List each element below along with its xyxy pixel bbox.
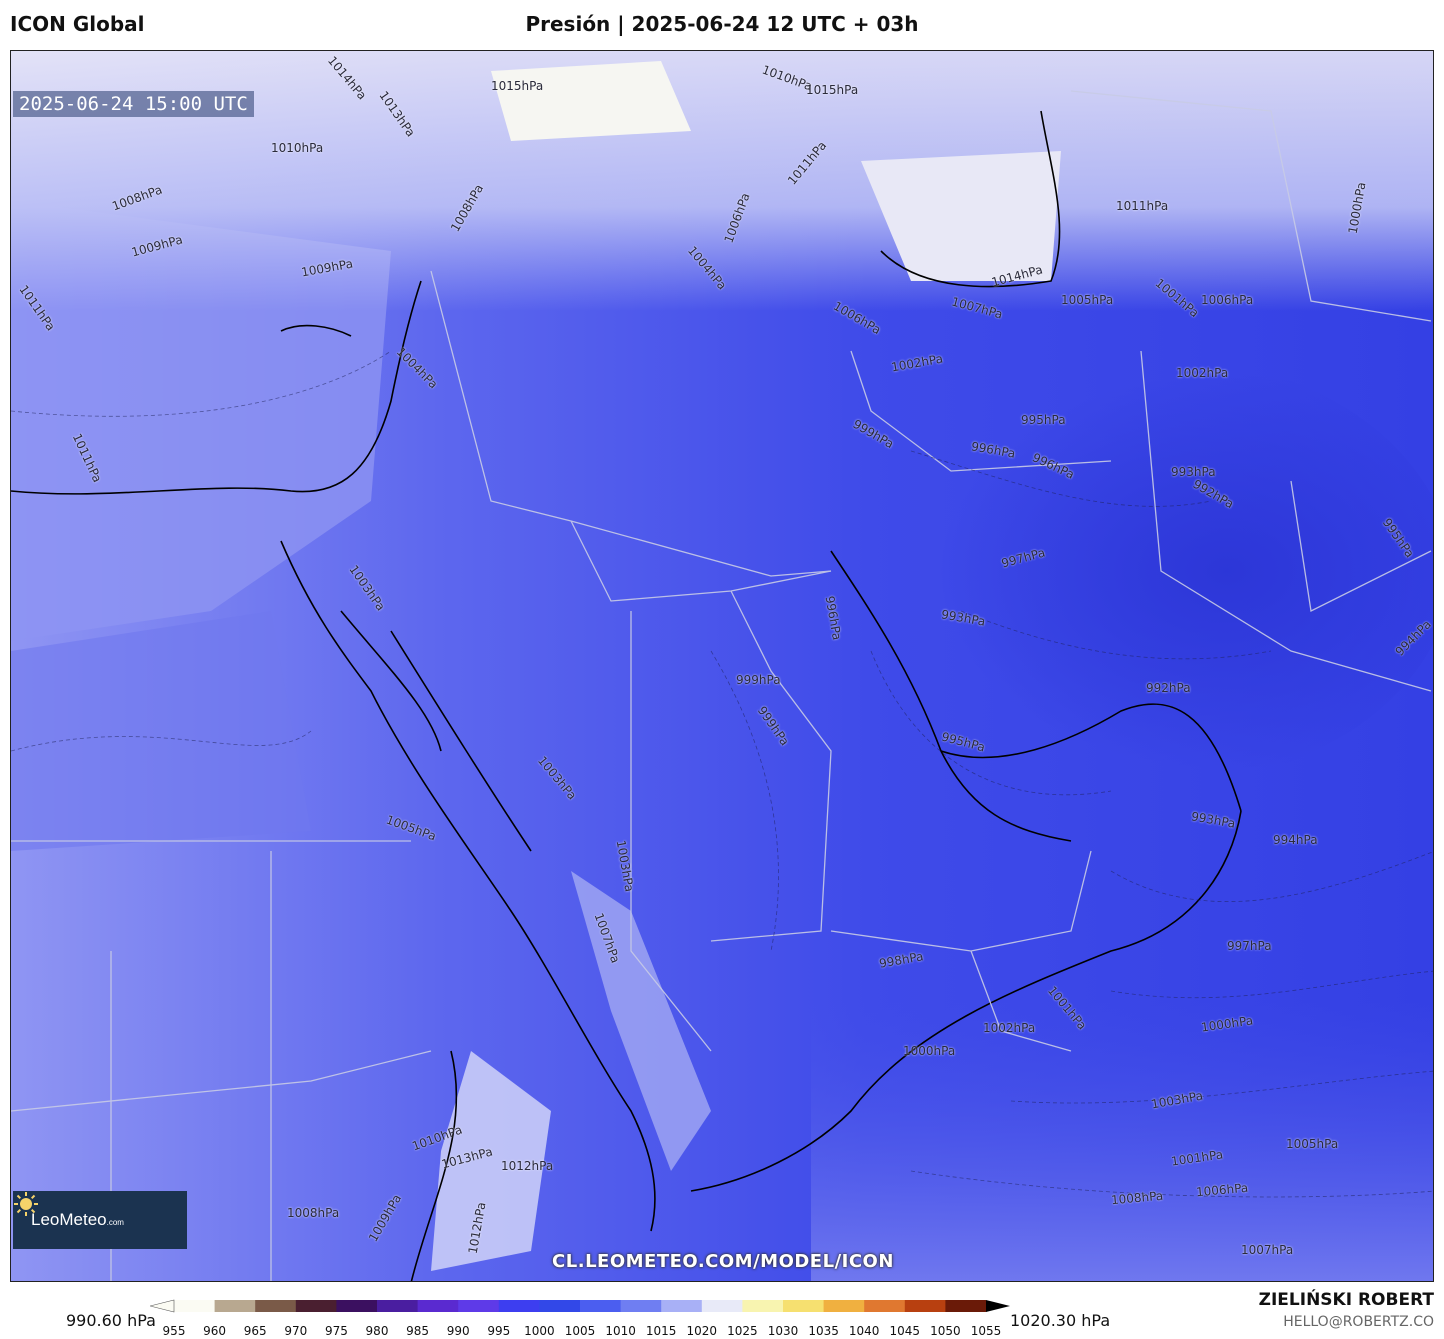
isobar-label: 1006hPa	[1201, 293, 1254, 307]
colorbar-tick-label: 985	[406, 1324, 430, 1338]
colorbar-segment	[498, 1300, 540, 1312]
colorbar-segment	[783, 1300, 825, 1312]
colorbar-segment	[295, 1300, 337, 1312]
colorbar-segment	[864, 1300, 906, 1312]
isobar-label: 1000hPa	[903, 1044, 956, 1058]
logo-text: LeoMeteo.com	[31, 1210, 124, 1230]
colorbar-segment	[255, 1300, 297, 1312]
colorbar-segment	[458, 1300, 500, 1312]
colorbar-low-arrow	[150, 1299, 175, 1313]
colorbar-segment	[539, 1300, 581, 1312]
pressure-map[interactable]: 2025-06-24 15:00 UTC 1015hPa 1014hPa 101…	[10, 50, 1434, 1282]
isobar-label: 992hPa	[1146, 681, 1191, 695]
isobar-label: 1015hPa	[806, 83, 859, 97]
colorbar-tick-label: 1050	[930, 1324, 961, 1338]
colorbar-segment	[214, 1300, 256, 1312]
colorbar-tick-label: 1040	[848, 1324, 880, 1338]
colorbar-segment	[945, 1300, 987, 1312]
source-url[interactable]: CL.LEOMETEO.COM/MODEL/ICON	[11, 1251, 1433, 1272]
colorbar-tick-label: 995	[487, 1324, 511, 1338]
colorbar-tick-label: 1055	[970, 1324, 1002, 1338]
colorbar-tick-label: 1045	[889, 1324, 921, 1338]
isobar-label: 1005hPa	[1286, 1137, 1339, 1151]
pressure-colorbar	[150, 1299, 1010, 1313]
leometeo-logo[interactable]: LeoMeteo.com	[13, 1191, 187, 1249]
colorbar-tick-label: 1005	[564, 1324, 596, 1338]
isobar-label: 1002hPa	[983, 1021, 1036, 1035]
colorbar-tick-label: 990	[446, 1324, 470, 1338]
colorbar-tick-label: 1025	[727, 1324, 758, 1338]
map-title: Presión | 2025-06-24 12 UTC + 03h	[525, 12, 919, 36]
colorbar-segment	[661, 1300, 703, 1312]
colorbar-segment	[823, 1300, 865, 1312]
isobar-label: 997hPa	[1227, 939, 1272, 953]
legend-max-value: 1020.30 hPa	[1010, 1311, 1111, 1330]
colorbar-tick-label: 1015	[645, 1324, 677, 1338]
author-email[interactable]: HELLO@ROBERTZ.CO	[1283, 1314, 1434, 1330]
colorbar-segment	[417, 1300, 459, 1312]
isobar-label: 994hPa	[1273, 833, 1318, 847]
colorbar-high-arrow	[986, 1300, 1010, 1312]
isobar-label: 1012hPa	[501, 1159, 554, 1173]
legend-min-value: 990.60 hPa	[66, 1311, 156, 1330]
valid-time-badge: 2025-06-24 15:00 UTC	[13, 91, 254, 117]
isobar-label: 1015hPa	[491, 79, 544, 93]
colorbar-tick-label: 970	[284, 1324, 308, 1338]
colorbar-segment	[620, 1300, 662, 1312]
isobar-label: 995hPa	[1021, 413, 1066, 427]
isobar-label: 1010hPa	[271, 141, 324, 155]
colorbar-tick-label: 1020	[686, 1324, 718, 1338]
colorbar-tick-label: 1035	[808, 1324, 839, 1338]
colorbar-tick-label: 1000	[524, 1324, 555, 1338]
sun-icon	[14, 1192, 38, 1216]
isobar-label: 1005hPa	[1061, 293, 1114, 307]
colorbar-tick-label: 955	[162, 1324, 186, 1338]
isobar-label: 999hPa	[736, 673, 781, 687]
colorbar-tick-label: 980	[365, 1324, 389, 1338]
logo-suffix: .com	[106, 1218, 124, 1227]
author-name: ZIELIŃSKI ROBERT	[1258, 1290, 1434, 1310]
colorbar-segment	[742, 1300, 784, 1312]
colorbar-segment	[174, 1300, 216, 1312]
isobar-label: 1008hPa	[287, 1206, 340, 1220]
colorbar-segment	[701, 1300, 743, 1312]
colorbar-tick-label: 1030	[767, 1324, 799, 1338]
logo-name: LeoMeteo	[31, 1210, 107, 1229]
colorbar-segment	[377, 1300, 419, 1312]
colorbar-tick-label: 1010	[605, 1324, 636, 1338]
isobar-label: 1002hPa	[1176, 366, 1229, 380]
colorbar-tick-label: 975	[324, 1324, 348, 1338]
colorbar-tick-label: 965	[243, 1324, 267, 1338]
colorbar-segment	[580, 1300, 622, 1312]
colorbar-segment	[336, 1300, 378, 1312]
isobar-label: 993hPa	[1171, 465, 1216, 479]
colorbar-segment	[904, 1300, 946, 1312]
colorbar-tick-label: 960	[203, 1324, 227, 1338]
isobar-label: 1011hPa	[1116, 199, 1169, 213]
